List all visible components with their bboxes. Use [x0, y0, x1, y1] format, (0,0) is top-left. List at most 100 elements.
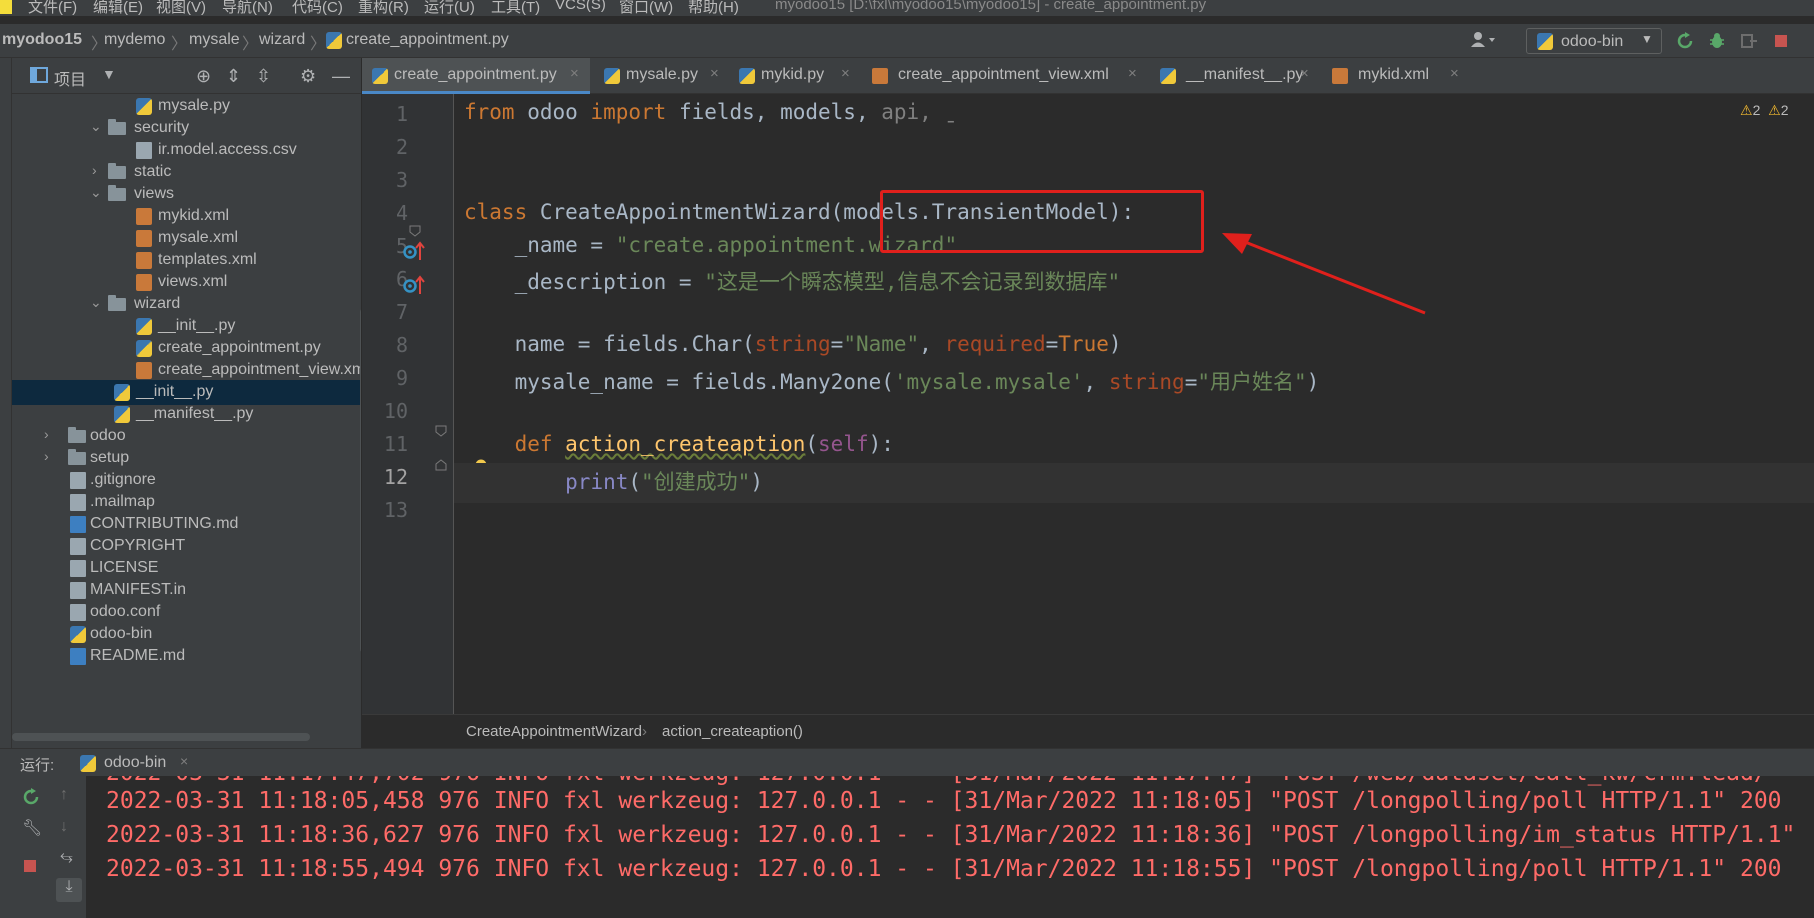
chevron-down-icon[interactable]: ⌄ — [90, 294, 102, 311]
menu-navigate[interactable]: 导航(N) — [222, 0, 273, 16]
tree-item-label: README.md — [90, 647, 186, 664]
fold-marker-icon[interactable] — [434, 424, 448, 443]
code-token: , — [1083, 370, 1109, 394]
rerun-icon[interactable] — [22, 788, 40, 811]
log-line: 2022-03-31 11:18:05,458 976 INFO fxl wer… — [106, 788, 1782, 814]
tree-item-label: MANIFEST.in — [90, 581, 187, 598]
stop-icon[interactable] — [1772, 32, 1790, 50]
tab-create-appointment-py[interactable]: create_appointment.py × — [362, 58, 590, 94]
code-line-6[interactable]: _description = "这是一个瞬态模型,信息不会记录到数据库" — [464, 266, 1121, 296]
code-token: string — [754, 332, 831, 356]
tree-item-label: __manifest__.py — [136, 405, 254, 422]
run-tab[interactable]: odoo-bin — [104, 754, 166, 772]
gear-icon[interactable]: ⚙ — [300, 66, 316, 87]
tab-mysale-py[interactable]: mysale.py × — [594, 58, 729, 94]
code-token: odoo — [514, 100, 591, 124]
structure-crumb-class[interactable]: CreateAppointmentWizard — [466, 723, 642, 740]
close-icon[interactable]: × — [1450, 65, 1459, 82]
tab-label: create_appointment.py — [394, 66, 557, 83]
chevron-right-icon[interactable]: › — [44, 448, 49, 464]
arrow-down-icon[interactable]: ↓ — [60, 818, 68, 836]
code-line-12[interactable]: print("创建成功") — [464, 466, 763, 496]
override-method-icon[interactable] — [402, 240, 426, 267]
run-panel-label: 运行: — [20, 757, 55, 774]
menu-code[interactable]: 代码(C) — [292, 0, 343, 16]
code-token: api, — [881, 100, 932, 124]
stop-icon[interactable] — [22, 858, 38, 879]
arrow-up-icon[interactable]: ↑ — [60, 786, 68, 804]
warning-count: 2 — [1752, 102, 1761, 118]
tab-create-appointment-view-xml[interactable]: create_appointment_view.xml × — [862, 58, 1148, 94]
rerun-icon[interactable] — [1676, 32, 1694, 50]
close-icon[interactable]: × — [570, 65, 579, 82]
inspection-warnings[interactable]: ⚠2 ⚠2 — [1740, 102, 1789, 119]
breadcrumb-file[interactable]: create_appointment.py — [346, 31, 509, 49]
menu-vcs[interactable]: VCS(S) — [555, 0, 606, 13]
text-file-icon — [70, 494, 86, 511]
breadcrumb-mydemo[interactable]: mydemo — [104, 31, 165, 49]
python-file-icon — [372, 68, 388, 84]
close-icon[interactable]: × — [710, 65, 719, 82]
code-line-1[interactable]: from odoo import fields, models, api, ˍ — [464, 100, 957, 124]
structure-crumb-method[interactable]: action_createaption() — [662, 723, 803, 740]
code-token: required — [944, 332, 1046, 356]
menu-edit[interactable]: 编辑(E) — [93, 0, 143, 16]
python-file-icon — [1160, 68, 1176, 84]
fold-end-marker-icon[interactable] — [434, 458, 448, 477]
tab-mykid-py[interactable]: mykid.py × — [729, 58, 859, 94]
chevron-down-icon[interactable]: ⌄ — [90, 184, 102, 201]
project-panel-title[interactable]: 项目 — [54, 66, 86, 90]
soft-wrap-icon[interactable]: ⥃ — [60, 848, 73, 866]
chevron-down-icon[interactable]: ⌄ — [90, 118, 102, 135]
scroll-to-end-icon[interactable]: ⤓ — [56, 878, 82, 902]
menu-refactor[interactable]: 重构(R) — [358, 0, 409, 16]
line-number: 2 — [395, 135, 408, 159]
menu-tools[interactable]: 工具(T) — [491, 0, 540, 16]
override-method-icon[interactable] — [402, 274, 426, 301]
user-account-icon[interactable] — [1470, 31, 1495, 49]
menu-help[interactable]: 帮助(H) — [688, 0, 739, 16]
breadcrumb-project[interactable]: myodoo15 — [2, 31, 82, 49]
hide-panel-icon[interactable]: — — [332, 66, 350, 87]
code-line-8[interactable]: name = fields.Char(string="Name", requir… — [464, 332, 1122, 356]
tab-mykid-xml[interactable]: mykid.xml × — [1322, 58, 1472, 94]
wrench-icon[interactable]: 🔧︎ — [22, 818, 42, 838]
tree-item-label: CONTRIBUTING.md — [90, 515, 239, 532]
breadcrumb-wizard[interactable]: wizard — [259, 31, 305, 49]
project-horizontal-scrollbar[interactable] — [12, 733, 310, 741]
close-icon[interactable]: × — [180, 753, 188, 769]
close-icon[interactable]: × — [841, 65, 850, 82]
tab-label: mysale.py — [626, 66, 699, 83]
code-line-11[interactable]: def action_createaption(self): — [464, 432, 894, 456]
tree-item-label: security — [134, 119, 190, 136]
code-token: string — [1108, 370, 1185, 394]
close-icon[interactable]: × — [1300, 65, 1309, 82]
locate-file-icon[interactable]: ⊕ — [196, 66, 211, 87]
breadcrumb-mysale[interactable]: mysale — [189, 31, 240, 49]
breadcrumb-separator: 〉 — [310, 36, 327, 53]
code-token: name = fields.Char( — [464, 332, 755, 356]
collapse-all-icon[interactable]: ⇳ — [256, 66, 271, 87]
menu-window[interactable]: 窗口(W) — [619, 0, 673, 16]
chevron-right-icon[interactable]: › — [44, 426, 49, 442]
run-configuration-select[interactable]: odoo-bin ▼ — [1526, 28, 1662, 54]
line-number: 1 — [395, 102, 408, 126]
menu-file[interactable]: 文件(F) — [28, 0, 77, 16]
run-console-output[interactable]: 2022-03-31 11:17:47,702 976 INFO fxl wer… — [86, 776, 1814, 918]
code-line-9[interactable]: mysale_name = fields.Many2one('mysale.my… — [464, 366, 1320, 396]
menu-view[interactable]: 视图(V) — [156, 0, 206, 16]
folder-icon — [108, 163, 126, 179]
chevron-down-icon[interactable]: ▼ — [102, 66, 116, 82]
tab-manifest-py[interactable]: __manifest__.py × — [1150, 58, 1320, 94]
menu-run[interactable]: 运行(U) — [424, 0, 475, 16]
close-icon[interactable]: × — [1128, 65, 1137, 82]
weak-warning-icon: ⚠ — [1768, 102, 1781, 118]
code-editor[interactable]: 1 2 3 4 5 6 7 8 9 10 11 12 13 ⚠2 ⚠2 from… — [362, 94, 1814, 714]
annotation-arrow-icon — [1222, 233, 1426, 315]
attach-debugger-icon[interactable] — [1740, 32, 1758, 50]
chevron-right-icon[interactable]: › — [92, 162, 97, 178]
tree-item-label: odoo — [90, 427, 126, 444]
debug-bug-icon[interactable] — [1708, 32, 1726, 50]
tree-item[interactable]: README.md — [12, 644, 361, 669]
expand-all-icon[interactable]: ⇕ — [226, 66, 241, 87]
